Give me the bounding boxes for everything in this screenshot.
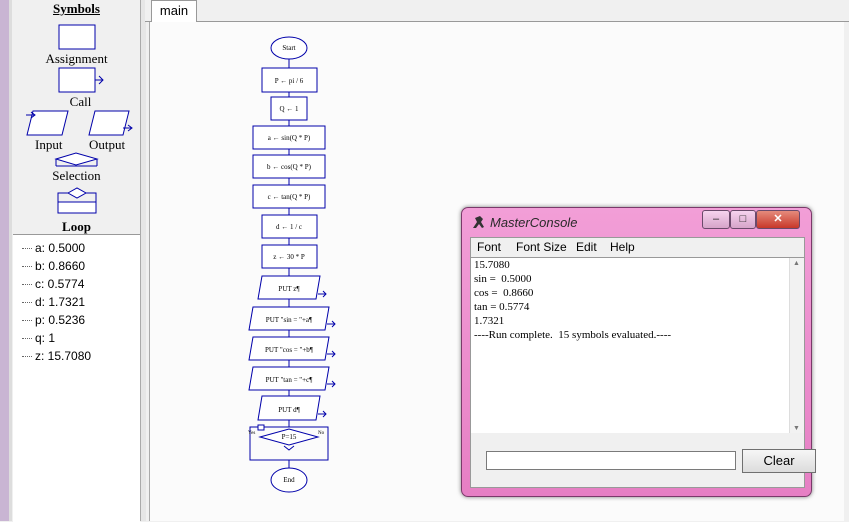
tab-bar: main xyxy=(145,0,849,22)
maximize-button[interactable]: □ xyxy=(730,210,756,229)
minimize-button[interactable]: – xyxy=(702,210,730,229)
variable-item[interactable]: a: 0.5000 xyxy=(19,239,140,257)
raptor-icon xyxy=(473,216,484,228)
selection-symbol xyxy=(54,152,99,166)
master-console-window: MasterConsole – □ ✕ Font Font Size Edit … xyxy=(461,207,816,497)
assignment-label[interactable]: Assignment xyxy=(13,51,140,67)
loop-label[interactable]: Loop xyxy=(13,219,140,235)
assignment-text-5: c ← tan(Q * P) xyxy=(268,193,311,201)
window-frame-left xyxy=(9,0,12,521)
start-text: Start xyxy=(282,44,295,52)
symbol-shapes xyxy=(26,24,133,214)
assignment-text-6: d ← 1 / c xyxy=(276,223,302,231)
console-menu-bar: Font Font Size Edit Help xyxy=(470,237,805,258)
loop-symbol xyxy=(66,187,88,199)
assignment-text-1: P ← pi / 6 xyxy=(275,77,304,85)
output-line: sin = 0.5000 xyxy=(474,273,532,285)
output-label[interactable]: Output xyxy=(89,137,125,153)
assignment-text-7: z ← 30 * P xyxy=(273,253,305,261)
variable-item[interactable]: c: 0.5774 xyxy=(19,275,140,293)
console-output[interactable]: 15.7080 sin = 0.5000 cos = 0.8660 tan = … xyxy=(470,257,805,435)
loop-no-text: No xyxy=(318,431,325,436)
output-line: cos = 0.8660 xyxy=(474,287,534,299)
output-symbol xyxy=(88,110,130,136)
menu-help[interactable]: Help xyxy=(610,240,635,254)
close-button[interactable]: ✕ xyxy=(756,210,800,229)
loop-condition-text: P=15 xyxy=(282,433,297,441)
call-arrow-icon xyxy=(95,75,104,85)
menu-font-size[interactable]: Font Size xyxy=(516,240,567,254)
console-title: MasterConsole xyxy=(490,215,578,230)
assignment-symbol xyxy=(58,24,96,50)
output-text-3: PUT "cos = "+b¶ xyxy=(265,346,314,354)
variables-panel: a: 0.5000 b: 0.8660 c: 0.5774 d: 1.7321 … xyxy=(13,234,140,522)
menu-edit[interactable]: Edit xyxy=(576,240,597,254)
variable-item[interactable]: d: 1.7321 xyxy=(19,293,140,311)
output-line: 1.7321 xyxy=(474,315,505,327)
input-label[interactable]: Input xyxy=(35,137,62,153)
end-text: End xyxy=(283,476,295,484)
console-scrollbar[interactable]: ▲ ▼ xyxy=(789,258,804,434)
loop-yes-text: Yes xyxy=(248,431,255,436)
assignment-text-3: a ← sin(Q * P) xyxy=(268,134,311,142)
output-line: ----Run complete. 15 symbols evaluated.-… xyxy=(474,329,672,341)
console-input-area: Clear xyxy=(470,433,816,488)
window-border-left xyxy=(0,0,9,521)
panel-splitter[interactable] xyxy=(140,0,146,521)
variable-item[interactable]: q: 1 xyxy=(19,329,140,347)
output-text-4: PUT "tan = "+c¶ xyxy=(266,376,314,384)
variable-item[interactable]: z: 15.7080 xyxy=(19,347,140,365)
call-symbol xyxy=(58,67,96,93)
output-text-2: PUT "sin = "+a¶ xyxy=(266,316,313,324)
output-line: 15.7080 xyxy=(474,259,510,271)
assignment-text-4: b ← cos(Q * P) xyxy=(267,163,312,171)
menu-font[interactable]: Font xyxy=(477,240,501,254)
assignment-text-2: Q ← 1 xyxy=(279,105,299,113)
clear-button[interactable]: Clear xyxy=(742,449,816,473)
variable-item[interactable]: b: 0.8660 xyxy=(19,257,140,275)
selection-label[interactable]: Selection xyxy=(13,168,140,184)
scroll-down-icon[interactable]: ▼ xyxy=(793,425,800,432)
output-text-5: PUT d¶ xyxy=(278,406,300,414)
output-line: tan = 0.5774 xyxy=(474,301,530,313)
variable-item[interactable]: p: 0.5236 xyxy=(19,311,140,329)
tab-main[interactable]: main xyxy=(151,0,197,22)
console-input-field[interactable] xyxy=(486,451,736,470)
call-label[interactable]: Call xyxy=(17,94,144,110)
symbols-panel: Symbols Assignment Call Input Output Sel… xyxy=(13,0,140,235)
scroll-up-icon[interactable]: ▲ xyxy=(793,260,800,267)
output-text-1: PUT z¶ xyxy=(278,285,300,293)
